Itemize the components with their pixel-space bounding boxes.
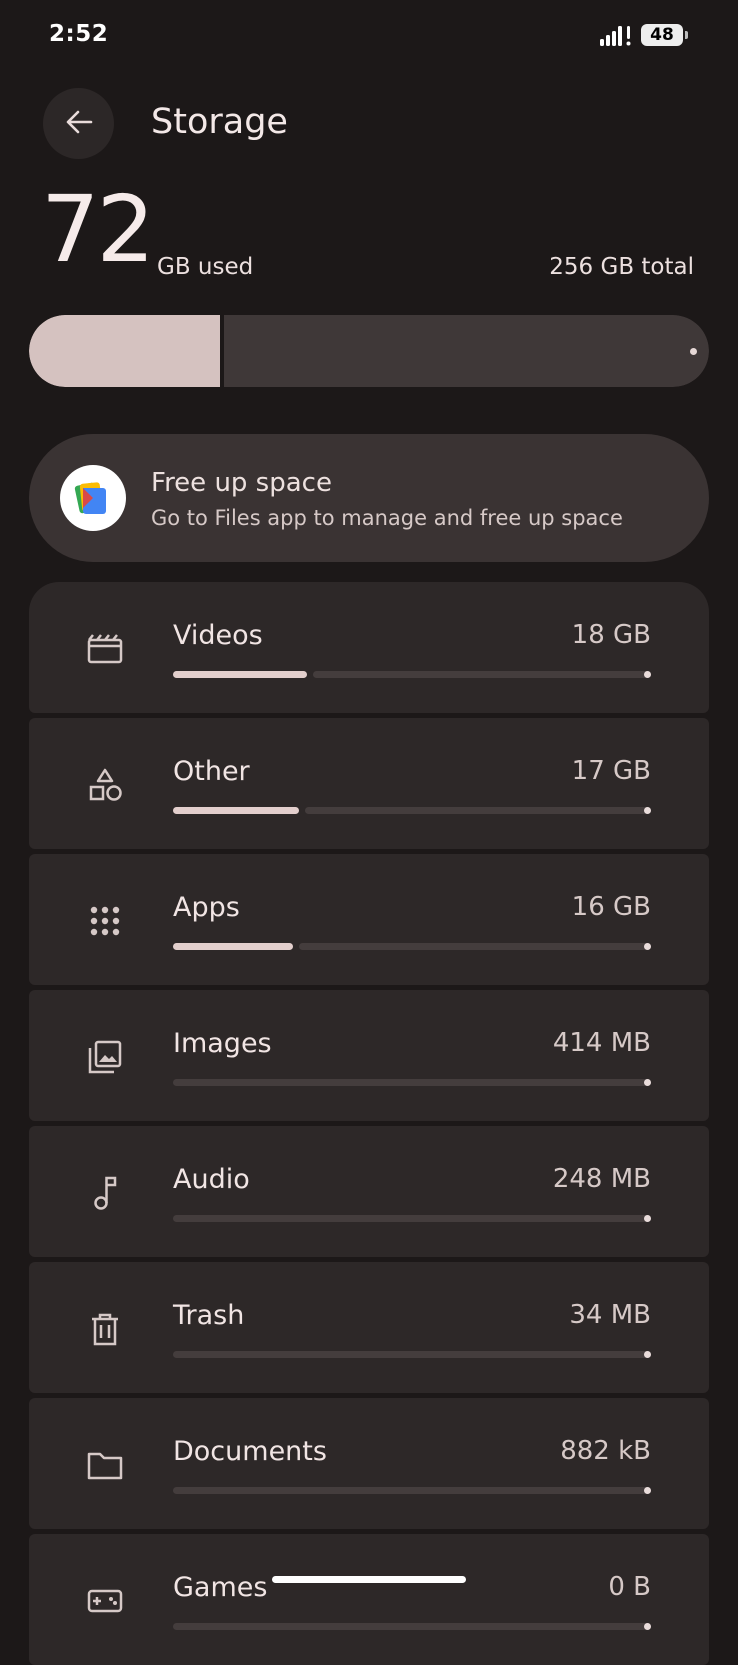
category-row-images[interactable]: Images 414 MB	[29, 990, 709, 1121]
category-usage-bar	[173, 671, 651, 678]
gamepad-icon	[85, 1581, 125, 1621]
category-name: Apps	[173, 892, 240, 923]
free-up-title: Free up space	[151, 468, 332, 498]
storage-usage-bar	[29, 315, 709, 387]
signal-icon	[600, 24, 634, 46]
used-unit-label: GB used	[157, 254, 254, 280]
category-size: 34 MB	[569, 1300, 651, 1330]
category-bar-end-dot	[644, 943, 651, 950]
category-size: 882 kB	[560, 1436, 651, 1466]
status-icons: 48	[600, 24, 688, 46]
category-bar-fill	[173, 943, 293, 950]
back-button[interactable]	[43, 88, 114, 159]
category-size: 17 GB	[571, 756, 651, 786]
category-bar-track	[173, 1351, 651, 1358]
storage-bar-end-dot	[690, 348, 697, 355]
app-header: Storage	[0, 88, 738, 160]
category-row-videos[interactable]: Videos 18 GB	[29, 582, 709, 713]
usage-summary: 72 GB used 256 GB total	[0, 184, 738, 290]
status-bar: 2:52 48	[0, 0, 738, 72]
category-name: Games	[173, 1572, 268, 1603]
category-bar-track	[173, 1215, 651, 1222]
trash-icon	[85, 1309, 125, 1349]
arrow-left-icon	[64, 107, 94, 141]
category-bar-track	[173, 1079, 651, 1086]
total-label: 256 GB total	[549, 254, 694, 280]
battery-level: 48	[641, 24, 683, 46]
category-row-apps[interactable]: Apps 16 GB	[29, 854, 709, 985]
home-indicator[interactable]	[272, 1576, 466, 1583]
category-bar-end-dot	[644, 1623, 651, 1630]
category-bar-track	[173, 1623, 651, 1630]
category-row-other[interactable]: Other 17 GB	[29, 718, 709, 849]
category-bar-end-dot	[644, 1079, 651, 1086]
category-bar-fill	[173, 807, 299, 814]
category-bar-track	[313, 671, 651, 678]
category-bar-fill	[173, 671, 307, 678]
category-row-documents[interactable]: Documents 882 kB	[29, 1398, 709, 1529]
music-note-icon	[85, 1173, 125, 1213]
category-usage-bar	[173, 1215, 651, 1222]
category-bar-end-dot	[644, 1487, 651, 1494]
category-row-audio[interactable]: Audio 248 MB	[29, 1126, 709, 1257]
category-size: 248 MB	[552, 1164, 651, 1194]
files-app-icon	[60, 465, 126, 531]
category-usage-bar	[173, 1623, 651, 1630]
category-bar-end-dot	[644, 807, 651, 814]
category-bar-track	[305, 807, 651, 814]
used-value: 72	[41, 176, 155, 283]
category-usage-bar	[173, 1351, 651, 1358]
category-size: 0 B	[608, 1572, 651, 1602]
battery-icon: 48	[641, 24, 688, 46]
category-usage-bar	[173, 1487, 651, 1494]
category-name: Other	[173, 756, 250, 787]
category-name: Trash	[173, 1300, 245, 1331]
images-icon	[85, 1037, 125, 1077]
free-up-space-card[interactable]: Free up space Go to Files app to manage …	[29, 434, 709, 562]
category-name: Audio	[173, 1164, 250, 1195]
category-bar-end-dot	[644, 671, 651, 678]
category-size: 414 MB	[552, 1028, 651, 1058]
category-usage-bar	[173, 943, 651, 950]
category-bar-track	[299, 943, 651, 950]
category-size: 18 GB	[571, 620, 651, 650]
category-bar-end-dot	[644, 1351, 651, 1358]
storage-bar-used	[29, 315, 220, 387]
category-name: Videos	[173, 620, 263, 651]
battery-cap	[685, 31, 688, 39]
category-usage-bar	[173, 807, 651, 814]
storage-bar-free	[224, 315, 709, 387]
status-time: 2:52	[49, 21, 109, 47]
folder-icon	[85, 1445, 125, 1485]
category-usage-bar	[173, 1079, 651, 1086]
free-up-subtitle: Go to Files app to manage and free up sp…	[151, 506, 623, 530]
category-bar-track	[173, 1487, 651, 1494]
page-title: Storage	[151, 102, 288, 142]
apps-grid-icon	[85, 901, 125, 941]
category-row-trash[interactable]: Trash 34 MB	[29, 1262, 709, 1393]
video-icon	[85, 629, 125, 669]
category-bar-end-dot	[644, 1215, 651, 1222]
shapes-icon	[85, 765, 125, 805]
category-name: Documents	[173, 1436, 327, 1467]
category-name: Images	[173, 1028, 272, 1059]
category-size: 16 GB	[571, 892, 651, 922]
